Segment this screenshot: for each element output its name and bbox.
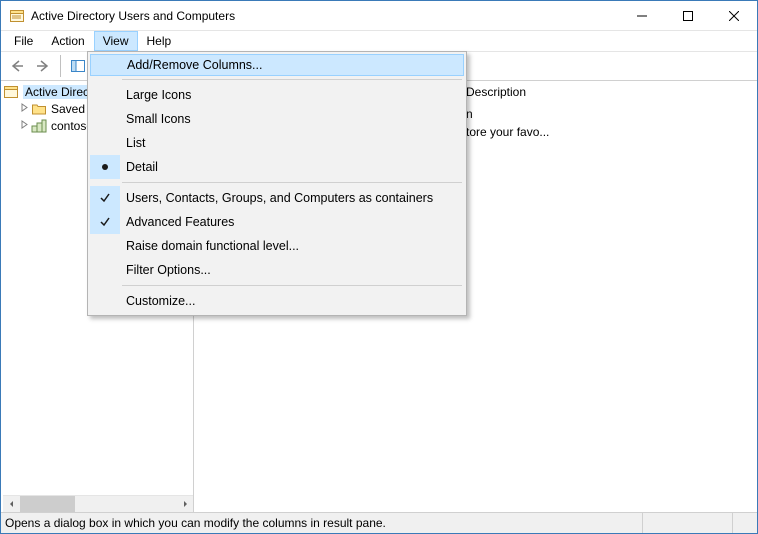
menu-list[interactable]: List: [90, 131, 464, 155]
minimize-button[interactable]: [619, 1, 665, 31]
menu-advanced-features[interactable]: Advanced Features: [90, 210, 464, 234]
menu-containers[interactable]: Users, Contacts, Groups, and Computers a…: [90, 186, 464, 210]
forward-button[interactable]: [31, 54, 55, 78]
tree-root-label: Active Direc: [23, 85, 91, 99]
checkmark-icon: [90, 186, 120, 210]
scroll-right-button[interactable]: [176, 496, 193, 512]
scroll-left-button[interactable]: [3, 496, 20, 512]
toolbar-separator: [60, 55, 61, 77]
window-title: Active Directory Users and Computers: [31, 9, 235, 23]
expander-icon[interactable]: [17, 103, 31, 115]
menu-gutter: [91, 55, 121, 75]
checkmark-icon: [90, 210, 120, 234]
app-window: Active Directory Users and Computers Fil…: [0, 0, 758, 534]
maximize-button[interactable]: [665, 1, 711, 31]
menu-label: Users, Contacts, Groups, and Computers a…: [120, 191, 464, 205]
menu-label: Advanced Features: [120, 215, 464, 229]
cell-desc: tore your favo...: [466, 125, 749, 139]
scroll-thumb[interactable]: [20, 496, 75, 512]
menu-help[interactable]: Help: [138, 31, 181, 51]
menu-gutter: [90, 131, 120, 155]
folder-icon: [31, 101, 47, 117]
menu-separator: [122, 79, 462, 80]
ad-root-icon: [3, 84, 19, 100]
view-dropdown: Add/Remove Columns... Large Icons Small …: [87, 51, 467, 316]
column-description[interactable]: Description: [466, 85, 749, 105]
radio-selected-icon: [90, 155, 120, 179]
menubar: File Action View Help: [1, 31, 757, 52]
menu-gutter: [90, 258, 120, 282]
menu-separator: [122, 285, 462, 286]
statusbar-grip: [733, 513, 753, 533]
menu-label: Add/Remove Columns...: [121, 58, 463, 72]
window-buttons: [619, 1, 757, 31]
menu-small-icons[interactable]: Small Icons: [90, 107, 464, 131]
menu-gutter: [90, 107, 120, 131]
menu-label: Customize...: [120, 294, 464, 308]
statusbar-text: Opens a dialog box in which you can modi…: [5, 513, 643, 533]
menu-label: List: [120, 136, 464, 150]
menu-label: Detail: [120, 160, 464, 174]
domain-icon: [31, 118, 47, 134]
horizontal-scrollbar[interactable]: [3, 495, 193, 512]
statusbar: Opens a dialog box in which you can modi…: [1, 512, 757, 533]
menu-customize[interactable]: Customize...: [90, 289, 464, 313]
menu-label: Filter Options...: [120, 263, 464, 277]
menu-detail[interactable]: Detail: [90, 155, 464, 179]
menu-view[interactable]: View: [94, 31, 138, 51]
back-button[interactable]: [5, 54, 29, 78]
menu-gutter: [90, 83, 120, 107]
menu-label: Small Icons: [120, 112, 464, 126]
menu-gutter: [90, 234, 120, 258]
app-icon: [9, 8, 25, 24]
menu-action[interactable]: Action: [42, 31, 93, 51]
menu-filter-options[interactable]: Filter Options...: [90, 258, 464, 282]
scroll-track[interactable]: [20, 496, 176, 512]
menu-separator: [122, 182, 462, 183]
menu-file[interactable]: File: [5, 31, 42, 51]
expander-icon[interactable]: [17, 120, 31, 132]
menu-large-icons[interactable]: Large Icons: [90, 83, 464, 107]
cell-desc: n: [466, 107, 749, 121]
titlebar: Active Directory Users and Computers: [1, 1, 757, 31]
menu-gutter: [90, 289, 120, 313]
menu-label: Large Icons: [120, 88, 464, 102]
menu-label: Raise domain functional level...: [120, 239, 464, 253]
menu-raise-domain-level[interactable]: Raise domain functional level...: [90, 234, 464, 258]
close-button[interactable]: [711, 1, 757, 31]
menu-add-remove-columns[interactable]: Add/Remove Columns...: [90, 54, 464, 76]
statusbar-cell: [643, 513, 733, 533]
